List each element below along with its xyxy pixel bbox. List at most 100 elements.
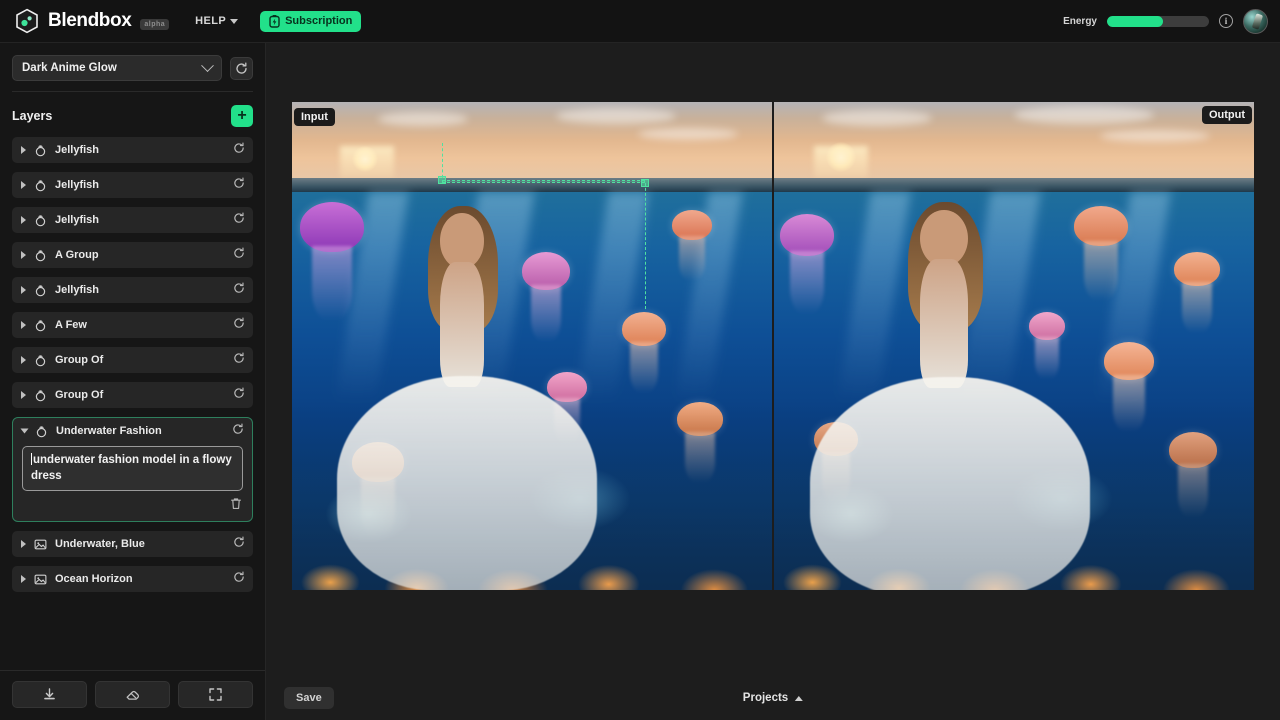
chevron-right-icon[interactable]	[21, 251, 26, 259]
preset-value: Dark Anime Glow	[22, 62, 117, 74]
layer-name: A Few	[55, 319, 225, 331]
selection-handle-top-left[interactable]	[438, 176, 446, 184]
underwater	[292, 192, 772, 590]
main-footer: Save Projects	[266, 676, 1280, 720]
chevron-right-icon[interactable]	[21, 391, 26, 399]
expand-icon	[208, 687, 223, 702]
main-area: Input	[266, 43, 1280, 720]
preset-select[interactable]: Dark Anime Glow	[12, 55, 222, 81]
layer-row[interactable]: Jellyfish	[12, 207, 253, 233]
layer-row[interactable]: Jellyfish	[12, 172, 253, 198]
chevron-right-icon[interactable]	[21, 181, 26, 189]
object-icon	[34, 319, 47, 332]
left-sidebar: Dark Anime Glow Layers + Jellyfish	[0, 43, 266, 720]
layer-refresh-button[interactable]	[233, 281, 245, 299]
refresh-icon	[233, 387, 245, 399]
chevron-right-icon[interactable]	[21, 575, 26, 583]
subscription-button[interactable]: Subscription	[260, 11, 361, 32]
user-avatar[interactable]	[1243, 9, 1268, 34]
add-layer-button[interactable]: +	[231, 105, 253, 127]
layer-name: Group Of	[55, 354, 225, 366]
chevron-right-icon[interactable]	[21, 216, 26, 224]
layer-name: Underwater Fashion	[56, 425, 224, 437]
battery-bolt-icon	[269, 15, 280, 28]
download-icon	[42, 687, 57, 702]
refresh-icon	[232, 423, 244, 435]
delete-layer-button[interactable]	[230, 497, 242, 515]
layer-name: Ocean Horizon	[55, 573, 225, 585]
energy-meter	[1107, 16, 1209, 27]
preset-row: Dark Anime Glow	[0, 43, 265, 91]
chevron-down-icon[interactable]	[21, 429, 29, 434]
layer-refresh-button[interactable]	[233, 386, 245, 404]
model-figure	[397, 206, 527, 576]
projects-toggle[interactable]: Projects	[743, 692, 803, 704]
underwater	[774, 192, 1254, 590]
layer-refresh-button[interactable]	[233, 316, 245, 334]
layer-refresh-button[interactable]	[232, 422, 244, 440]
sky	[292, 102, 772, 178]
layer-row[interactable]: A Group	[12, 242, 253, 268]
chevron-down-icon	[230, 19, 238, 24]
layer-row[interactable]: Underwater, Blue	[12, 531, 253, 557]
object-icon	[34, 144, 47, 157]
chevron-right-icon[interactable]	[21, 286, 26, 294]
layer-refresh-button[interactable]	[233, 176, 245, 194]
save-button[interactable]: Save	[284, 687, 334, 709]
projects-label: Projects	[743, 692, 788, 704]
layer-refresh-button[interactable]	[233, 246, 245, 264]
preset-refresh-button[interactable]	[230, 57, 253, 80]
selection-handle-top-right[interactable]	[641, 179, 649, 187]
object-icon	[34, 354, 47, 367]
layer-name: Jellyfish	[55, 284, 225, 296]
object-icon	[34, 179, 47, 192]
brand-name: Blendbox	[48, 10, 131, 32]
object-icon	[34, 354, 47, 367]
output-pane[interactable]: Output	[774, 102, 1254, 590]
layer-row[interactable]: A Few	[12, 312, 253, 338]
layer-prompt-input[interactable]: underwater fashion model in a flowy dres…	[22, 446, 243, 491]
layer-name: Jellyfish	[55, 179, 225, 191]
image-icon	[34, 538, 47, 551]
refresh-icon	[233, 317, 245, 329]
layer-row[interactable]: Jellyfish	[12, 277, 253, 303]
chevron-right-icon[interactable]	[21, 146, 26, 154]
input-pane[interactable]: Input	[292, 102, 772, 590]
selection-box[interactable]	[442, 180, 645, 183]
layer-refresh-button[interactable]	[233, 141, 245, 159]
object-icon	[34, 389, 47, 402]
layer-refresh-button[interactable]	[233, 211, 245, 229]
chevron-down-icon	[201, 59, 214, 72]
object-icon	[35, 425, 48, 438]
refresh-icon	[233, 212, 245, 224]
layer-card-selected[interactable]: Underwater Fashion underwater fashion mo…	[12, 417, 253, 522]
help-menu[interactable]: HELP	[195, 15, 238, 27]
eraser-button[interactable]	[95, 681, 170, 708]
input-badge: Input	[294, 108, 335, 126]
app-root: Blendbox alpha HELP Subscription Energy …	[0, 0, 1280, 720]
layer-row[interactable]: Underwater Fashion	[13, 418, 252, 444]
object-icon	[34, 389, 47, 402]
layer-row[interactable]: Group Of	[12, 347, 253, 373]
chevron-right-icon[interactable]	[21, 356, 26, 364]
info-icon[interactable]: i	[1219, 14, 1233, 28]
layer-row[interactable]: Jellyfish	[12, 137, 253, 163]
object-icon	[34, 319, 47, 332]
layer-name: A Group	[55, 249, 225, 261]
subscription-label: Subscription	[285, 15, 352, 27]
layer-row[interactable]: Ocean Horizon	[12, 566, 253, 592]
layers-header: Layers +	[0, 92, 265, 137]
layer-refresh-button[interactable]	[233, 570, 245, 588]
layer-refresh-button[interactable]	[233, 535, 245, 553]
layer-row[interactable]: Group Of	[12, 382, 253, 408]
fullscreen-button[interactable]	[178, 681, 253, 708]
header-right: Energy i	[1063, 9, 1268, 34]
layer-refresh-button[interactable]	[233, 351, 245, 369]
chevron-right-icon[interactable]	[21, 321, 26, 329]
canvas-compare: Input	[292, 102, 1254, 590]
chevron-right-icon[interactable]	[21, 540, 26, 548]
app-header: Blendbox alpha HELP Subscription Energy …	[0, 0, 1280, 43]
object-icon	[34, 284, 47, 297]
download-button[interactable]	[12, 681, 87, 708]
brand-tag: alpha	[140, 19, 169, 30]
